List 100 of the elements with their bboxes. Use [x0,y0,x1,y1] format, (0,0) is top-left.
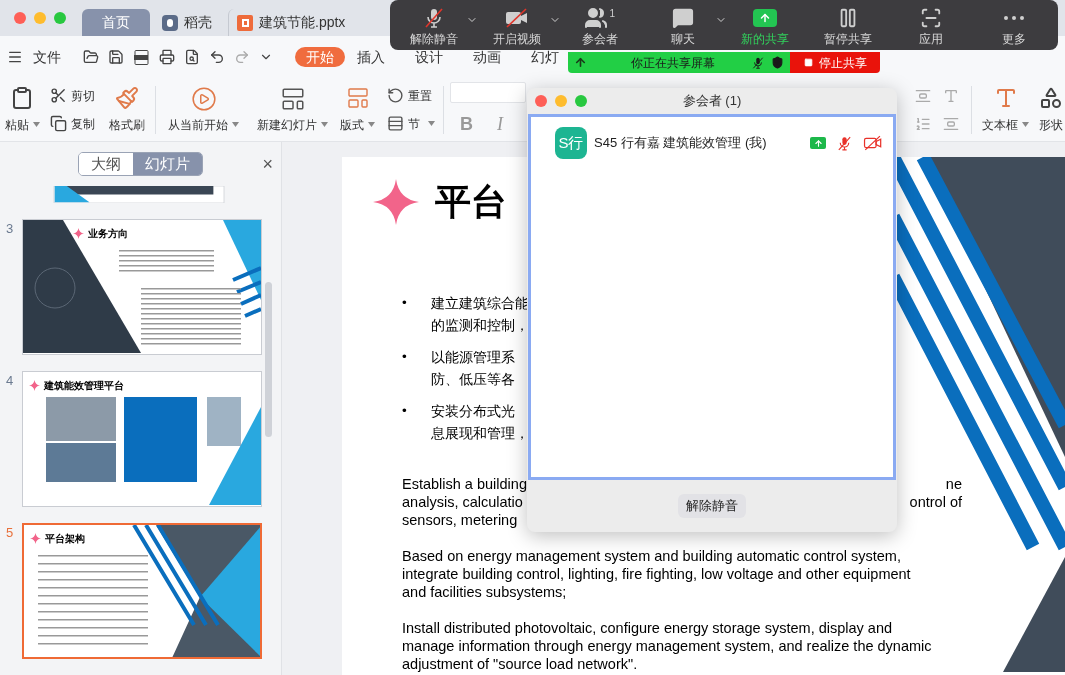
sparkle-icon [373,179,419,225]
microphone-muted-icon [751,55,765,70]
play-from-current-button[interactable]: 从当前开始 [168,85,239,134]
scissors-icon [50,87,67,104]
format-painter-button[interactable]: 格式刷 [109,85,145,134]
folder-icon[interactable] [83,49,99,65]
toolbar-button[interactable]: 1 参会者 [577,5,622,45]
copy-icon [50,115,67,132]
paragraph-text: Establish a building [402,475,527,493]
zoom-window-button[interactable] [54,12,66,24]
line-spacing-icon[interactable] [915,87,931,104]
paragraph-text: and facilities subsystems; [402,583,567,601]
bullet-text: 安装分布式光 [431,403,516,421]
cut-button[interactable]: 剪切 [50,86,95,105]
layout-button[interactable]: 版式 [340,85,375,134]
bullet-marker: • [402,294,408,312]
redo-icon[interactable] [234,49,250,65]
spacing-icon[interactable] [943,115,959,132]
brush-icon [115,85,139,110]
toolbar-button[interactable]: 开启视频 [488,5,545,45]
sparkle-icon [73,228,84,239]
apps-icon [920,6,943,29]
slide-number: 5 [6,524,15,542]
toolbar-button[interactable]: 暂停共享 [820,5,877,45]
arrow-icon [574,56,587,69]
file-menu-button[interactable]: 文件 [7,46,61,68]
bullet-text: 以能源管理系 [431,349,515,367]
participant-count: 1 [609,6,615,21]
paragraph-text: ontrol of [909,493,962,511]
shape-button[interactable]: 形状 [1039,85,1063,134]
undo-icon[interactable] [209,49,225,65]
caret-icon [368,122,375,127]
paste-button[interactable]: 粘贴 [4,85,40,134]
ribbon-tab[interactable]: 设计 [411,50,447,64]
print-preview-icon[interactable] [184,49,200,65]
sparkle-icon [30,533,41,544]
font-name-field[interactable] [450,81,526,103]
caret-icon [32,122,40,127]
copy-button[interactable]: 复制 [50,114,95,133]
slide-title: 平台 [435,180,507,224]
paragraph-text: Install distributed photovoltaic, configure energy storage system, display and [402,619,893,637]
people-icon [584,5,609,30]
toolbar-button[interactable]: 新的共享 [737,5,794,45]
stop-sharing-button[interactable]: 停止共享 [790,52,880,73]
shapes-icon [1039,85,1063,110]
share-icon [753,8,778,27]
panel-tab[interactable]: 大纲 [79,153,133,175]
caret-icon [1022,122,1029,127]
caret-icon [428,121,435,126]
slide-title: 业务方向 [88,227,128,241]
caret-icon [321,122,328,127]
ribbon-tab[interactable]: 幻灯 [527,50,563,64]
slide-title: 建筑能效管理平台 [44,379,124,393]
slide-number: 4 [6,372,15,390]
layout-icon [345,85,370,110]
toolbar-button[interactable]: 聊天 [666,5,699,45]
sparkle-icon [29,380,40,391]
unmute-button[interactable]: 解除静音 [678,494,746,518]
section-icon [387,115,404,132]
reset-button[interactable]: 重置 [387,86,435,105]
new-slide-button[interactable]: 新建幻灯片 [257,85,328,134]
paragraph-spacing-icon[interactable] [915,115,931,132]
minimize-window-button[interactable] [34,12,46,24]
paragraph-text: sensors, metering [402,511,518,529]
bullet-text: 息展现和管理， [431,425,529,443]
close-window-button[interactable] [14,12,26,24]
play-icon [190,85,217,112]
minimize-window-button[interactable] [555,95,567,107]
window-title: 参会者 (1) [682,92,742,111]
paragraph-text: integrate building control, lighting, fire fighting, low voltage and other equipment [402,565,911,583]
printer-icon[interactable] [159,49,175,65]
ribbon-tab[interactable]: 动画 [469,50,505,64]
toolbar-button[interactable]: 解除静音 [406,5,462,45]
scrollbar-thumb[interactable] [265,282,272,437]
paragraph-text: manage information through energy management system, and realize the dynamic [402,637,932,655]
participant-name: S45 行有嘉 建筑能效管理 (我) [594,134,767,153]
caret-icon [232,122,239,127]
reset-icon [387,87,404,104]
bullet-marker: • [402,348,408,366]
slide-thumbnail[interactable]: 建筑能效管理平台 [22,371,262,507]
section-button[interactable]: 节 [387,114,435,133]
presentation-file-icon [237,14,253,31]
zoom-window-button[interactable] [575,95,587,107]
ribbon-tab[interactable]: 插入 [353,50,389,64]
slide-thumbnail[interactable]: 业务方向 [22,219,262,355]
slide-thumbnail[interactable]: 平台架构 [22,523,262,659]
paragraph-text: Based on energy management system and building automatic control system, [402,547,901,565]
text-box-button[interactable]: 文本框 [982,85,1029,134]
paragraph-text: adjustment of "source load network". [402,655,638,673]
toolbar-button[interactable]: 应用 [915,5,948,45]
toolbar-button[interactable]: 更多 [997,5,1030,45]
close-panel-button[interactable]: × [262,155,273,173]
paragraph-text: ne [945,475,962,493]
close-window-button[interactable] [535,95,547,107]
bullet-text: 的监测和控制， [431,317,529,335]
new-slide-icon [279,85,306,112]
document-tab[interactable]: 稻壳 [154,9,224,36]
sharing-status-text: 你正在共享屏幕 [631,54,715,72]
save-icon[interactable] [108,49,124,65]
paragraph-text: analysis, calculatio [402,493,523,511]
